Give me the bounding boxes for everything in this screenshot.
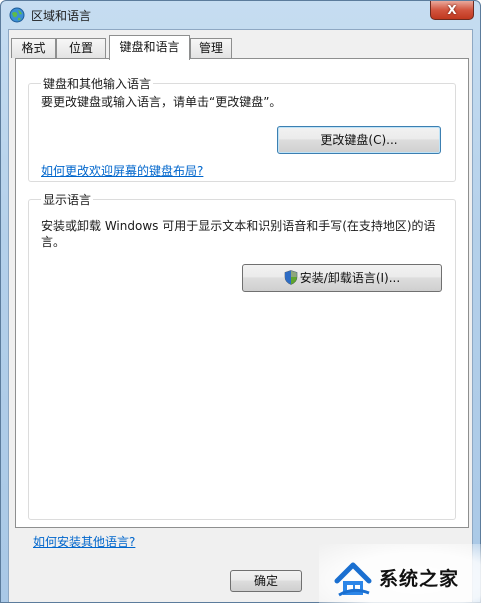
keyboard-description: 要更改键盘或输入语言，请单击“更改键盘”。 bbox=[41, 95, 282, 109]
globe-icon bbox=[9, 7, 25, 23]
tab-label: 键盘和语言 bbox=[119, 40, 180, 54]
title-bar[interactable]: 区域和语言 X bbox=[1, 1, 480, 29]
window-title: 区域和语言 bbox=[31, 9, 92, 23]
welcome-screen-keyboard-link[interactable]: 如何更改欢迎屏幕的键盘布局? bbox=[41, 162, 203, 179]
house-logo-icon bbox=[334, 562, 372, 597]
install-uninstall-languages-button[interactable]: 安装/卸载语言(I)... bbox=[242, 264, 442, 292]
dialog-window: 区域和语言 X 格式 位置 键盘和语言 管理 键盘和其他输入语言 要更改键盘或输… bbox=[0, 0, 481, 604]
tab-panel-keyboards-languages: 键盘和其他输入语言 要更改键盘或输入语言，请单击“更改键盘”。 更改键盘(C).… bbox=[15, 58, 469, 528]
keyboard-group-title: 键盘和其他输入语言 bbox=[41, 75, 154, 92]
display-language-group-title: 显示语言 bbox=[41, 191, 94, 208]
tab-location[interactable]: 位置 bbox=[56, 38, 106, 58]
tab-formats[interactable]: 格式 bbox=[11, 38, 56, 58]
tab-label: 格式 bbox=[21, 41, 46, 55]
close-icon: X bbox=[447, 3, 457, 17]
install-other-languages-link[interactable]: 如何安装其他语言? bbox=[33, 533, 135, 550]
tab-keyboards-languages[interactable]: 键盘和语言 bbox=[109, 35, 190, 60]
ok-button[interactable]: 确定 bbox=[230, 570, 302, 592]
change-keyboards-label: 更改键盘(C)... bbox=[320, 133, 398, 147]
watermark-text: 系统之家 bbox=[379, 568, 460, 590]
tab-label: 位置 bbox=[68, 41, 93, 55]
site-watermark: 系统之家 bbox=[319, 544, 481, 604]
keyboard-group: 键盘和其他输入语言 要更改键盘或输入语言，请单击“更改键盘”。 更改键盘(C).… bbox=[28, 75, 456, 182]
tab-label: 管理 bbox=[198, 41, 223, 55]
close-button[interactable]: X bbox=[430, 1, 474, 20]
display-language-group: 显示语言 安装或卸载 Windows 可用于显示文本和识别语音和手写(在支持地区… bbox=[28, 191, 456, 520]
display-language-description-line2: 言。 bbox=[41, 235, 66, 249]
tab-administrative[interactable]: 管理 bbox=[190, 38, 232, 58]
change-keyboards-button[interactable]: 更改键盘(C)... bbox=[277, 126, 441, 154]
ok-button-label: 确定 bbox=[253, 574, 278, 588]
display-language-description-line1: 安装或卸载 Windows 可用于显示文本和识别语音和手写(在支持地区)的语 bbox=[41, 219, 436, 233]
uac-shield-icon bbox=[284, 270, 298, 285]
install-uninstall-languages-label: 安装/卸载语言(I)... bbox=[299, 271, 401, 285]
